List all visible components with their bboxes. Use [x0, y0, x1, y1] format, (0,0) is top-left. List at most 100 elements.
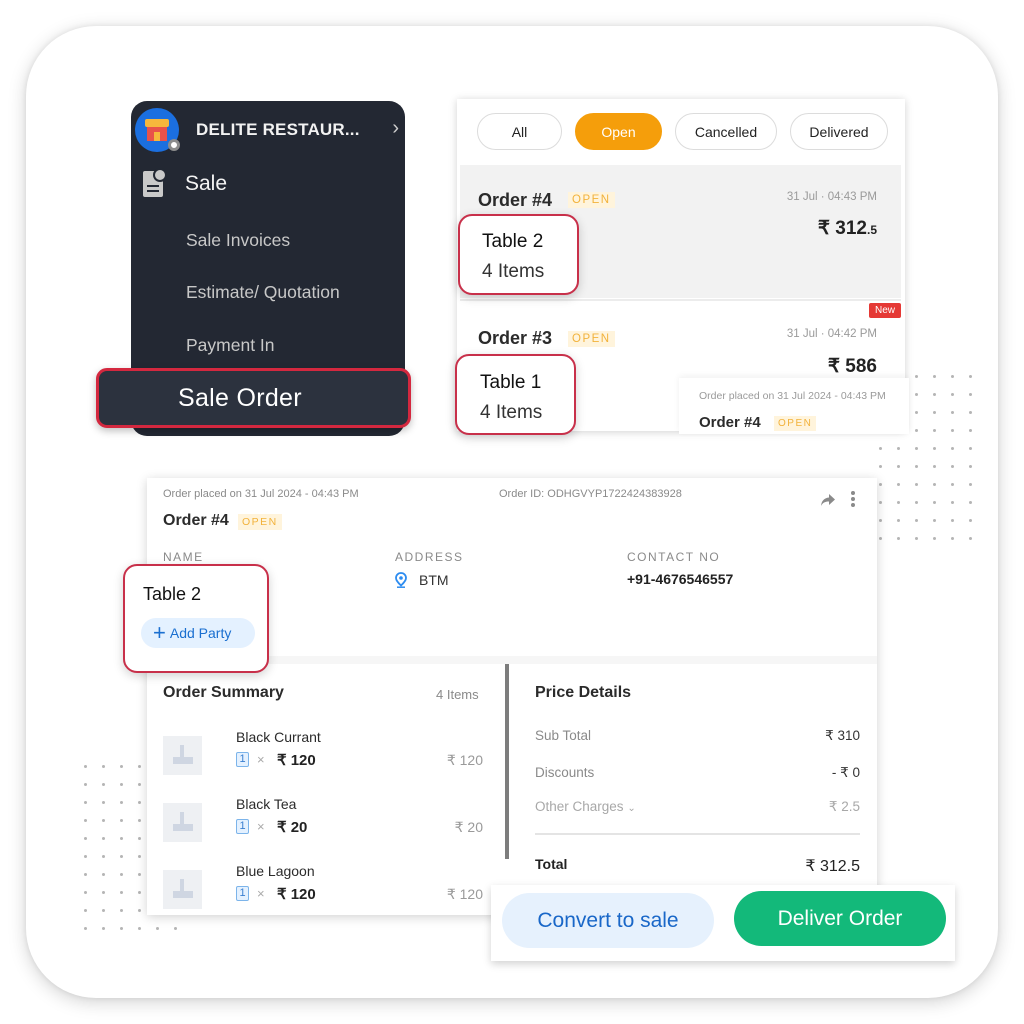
amount-decimal: .5 [866, 223, 877, 237]
dot [77, 830, 95, 848]
item-qty: 1 [236, 886, 249, 901]
address-value: BTM [395, 572, 449, 588]
dot [962, 530, 980, 548]
dot [113, 920, 131, 938]
dot [908, 476, 926, 494]
dot [944, 512, 962, 530]
price-value: ₹ 2.5 [828, 799, 860, 814]
dot [944, 368, 962, 386]
multiply-icon: × [257, 886, 265, 901]
dot [95, 758, 113, 776]
order-preview-popover: Order placed on 31 Jul 2024 - 04:43 PM O… [679, 378, 909, 434]
order-title: Order #4 [478, 190, 553, 210]
order-time: 31 Jul · 04:43 PM [786, 191, 877, 203]
item-total: ₹ 120 [446, 886, 483, 902]
scrollbar[interactable] [505, 664, 509, 859]
dot [944, 404, 962, 422]
tab-delivered[interactable]: Delivered [790, 113, 888, 150]
location-pin-icon [395, 572, 407, 588]
list-item: Black Tea 1 × ₹ 20 ₹ 20 [163, 796, 483, 847]
tab-open[interactable]: Open [575, 113, 662, 150]
dot [962, 476, 980, 494]
tab-all[interactable]: All [477, 113, 562, 150]
action-bar: Convert to sale Deliver Order [491, 885, 955, 961]
dot [890, 530, 908, 548]
sale-document-icon [143, 168, 167, 197]
sidebar-item-payment-in[interactable]: Payment In [186, 335, 275, 356]
dot [944, 458, 962, 476]
dot [944, 494, 962, 512]
sidebar-item-sale-order[interactable]: Sale Order [96, 368, 411, 428]
party-callout: Table 2 + Add Party [123, 564, 269, 673]
status-filter-tabs: All Open Cancelled Delivered [477, 113, 888, 150]
dot [77, 866, 95, 884]
dot [908, 368, 926, 386]
contact-label: CONTACT NO [627, 550, 721, 564]
dot [908, 494, 926, 512]
dot [926, 530, 944, 548]
table-name: Table 2 [482, 231, 544, 252]
status-badge: OPEN [774, 416, 817, 431]
price-details-title: Price Details [535, 684, 632, 701]
settings-badge-icon [168, 139, 180, 151]
convert-to-sale-button[interactable]: Convert to sale [502, 893, 714, 948]
dot [77, 920, 95, 938]
total-label: Total [535, 856, 568, 872]
dot [962, 512, 980, 530]
total-value: ₹ 312.5 [805, 858, 860, 875]
dot [926, 422, 944, 440]
more-options-icon[interactable] [851, 491, 855, 507]
sidebar-item-estimate-quotation[interactable]: Estimate/ Quotation [186, 282, 340, 303]
dot [149, 920, 167, 938]
address-text: BTM [419, 572, 449, 588]
status-badge: OPEN [568, 192, 615, 208]
dot [908, 512, 926, 530]
other-charges-text: Other Charges [535, 799, 624, 814]
order-time: 31 Jul · 04:42 PM [786, 328, 877, 340]
store-avatar-icon [135, 108, 180, 152]
business-switcher[interactable]: DELITE RESTAUR... › [135, 107, 401, 153]
dot [962, 458, 980, 476]
dot [95, 794, 113, 812]
dot [962, 440, 980, 458]
list-item: Black Currant 1 × ₹ 120 ₹ 120 [163, 729, 483, 780]
dot [77, 848, 95, 866]
dot [113, 776, 131, 794]
item-unit-price: ₹ 120 [277, 752, 316, 769]
add-party-button[interactable]: + Add Party [141, 618, 255, 648]
status-badge: OPEN [238, 514, 282, 530]
share-icon[interactable] [820, 493, 836, 507]
business-name: DELITE RESTAUR... [196, 120, 360, 139]
order-summary-title: Order Summary [163, 684, 284, 701]
dot [95, 920, 113, 938]
table-name: Table 1 [480, 372, 542, 393]
dot [77, 758, 95, 776]
item-qty: 1 [236, 819, 249, 834]
order-title: Order #3 [478, 328, 553, 348]
dot [890, 512, 908, 530]
dot [113, 902, 131, 920]
item-qty: 1 [236, 752, 249, 767]
price-label: Other Charges ⌄ [535, 799, 636, 814]
dot [77, 812, 95, 830]
dot [908, 386, 926, 404]
dot [95, 902, 113, 920]
dot [962, 404, 980, 422]
dot [113, 884, 131, 902]
sidebar-item-sale-invoices[interactable]: Sale Invoices [186, 230, 290, 251]
tab-cancelled[interactable]: Cancelled [675, 113, 777, 150]
deliver-order-button[interactable]: Deliver Order [734, 891, 946, 946]
dot [131, 920, 149, 938]
price-value: ₹ 310 [825, 728, 860, 743]
dot [113, 866, 131, 884]
dot [113, 848, 131, 866]
item-image-placeholder-icon [163, 870, 202, 909]
order-detail-panel: Order placed on 31 Jul 2024 - 04:43 PM O… [147, 478, 877, 915]
sidebar-section-sale[interactable]: Sale [143, 168, 227, 197]
multiply-icon: × [257, 752, 265, 767]
chevron-right-icon: › [392, 117, 399, 139]
item-count: 4 Items [480, 402, 543, 423]
dot [926, 440, 944, 458]
price-label: Discounts [535, 765, 595, 780]
item-image-placeholder-icon [163, 803, 202, 842]
